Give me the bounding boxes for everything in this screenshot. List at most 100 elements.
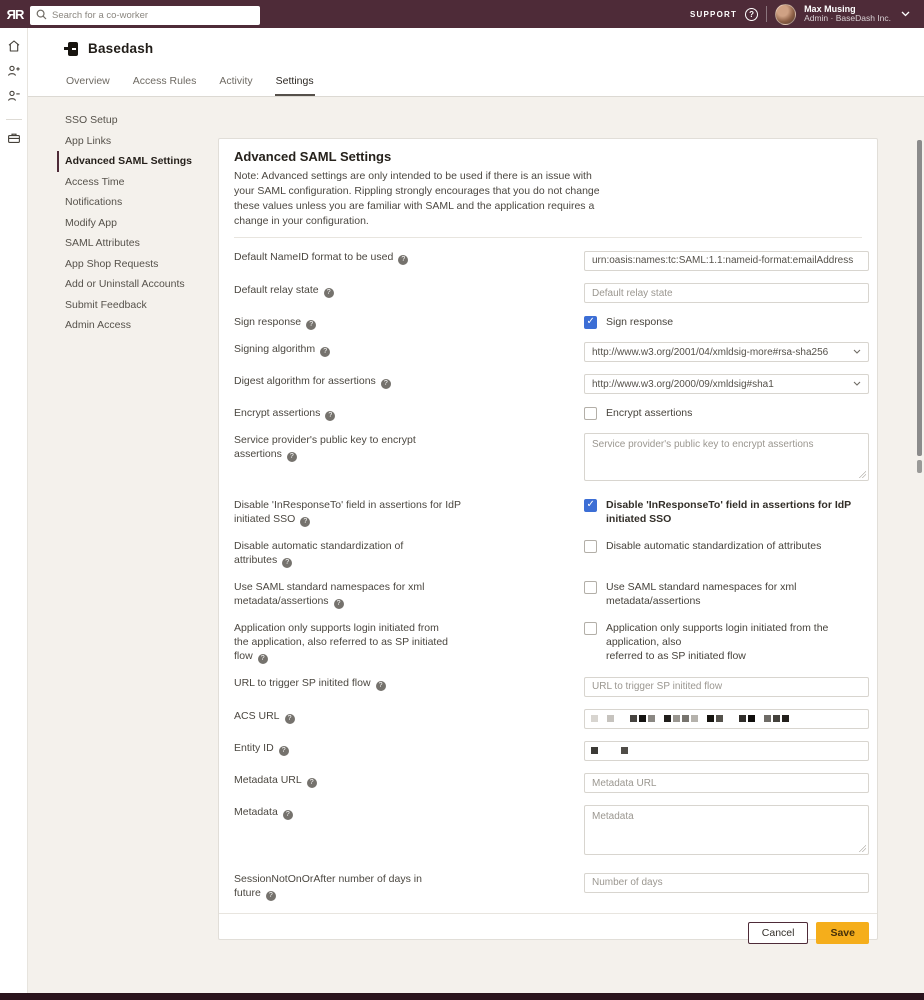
form-row-disable-inresponseto: Disable 'InResponseTo' field in assertio…: [234, 498, 869, 527]
tab-bar: Overview Access Rules Activity Settings: [65, 75, 315, 96]
signing-algorithm-select[interactable]: http://www.w3.org/2001/04/xmldsig-more#r…: [584, 342, 869, 362]
select-value: http://www.w3.org/2000/09/xmldsig#sha1: [592, 379, 774, 390]
form-row-metadata-url: Metadata URL?: [234, 773, 869, 794]
briefcase-icon[interactable]: [7, 131, 21, 145]
topbar-divider: [766, 6, 767, 22]
sidebar-item-saml-attributes[interactable]: SAML Attributes: [57, 233, 232, 254]
app-header: Basedash Overview Access Rules Activity …: [28, 28, 924, 97]
info-icon[interactable]: ?: [307, 778, 317, 788]
field-label: Disable automatic standardization of att…: [234, 540, 403, 566]
form-row-default-nameid: Default NameID format to be used?: [234, 250, 869, 271]
disable-inresponseto-checkbox[interactable]: [584, 499, 597, 512]
search-input[interactable]: [30, 6, 260, 25]
sp-public-key-textarea[interactable]: [584, 433, 869, 481]
info-icon[interactable]: ?: [334, 599, 344, 609]
default-nameid-input[interactable]: [584, 251, 869, 271]
entity-id-input-redacted[interactable]: [584, 741, 869, 761]
card-footer: Cancel Save: [219, 913, 877, 956]
sidebar-item-admin-access[interactable]: Admin Access: [57, 315, 232, 336]
info-icon[interactable]: ?: [325, 411, 335, 421]
sidebar-item-app-links[interactable]: App Links: [57, 131, 232, 152]
form-row-digest-algorithm: Digest algorithm for assertions? http://…: [234, 374, 869, 394]
home-icon[interactable]: [7, 39, 21, 53]
help-icon[interactable]: ?: [745, 8, 758, 21]
form-row-metadata: Metadata?: [234, 805, 869, 860]
field-label: Metadata: [234, 806, 278, 818]
field-label: SessionNotOnOrAfter number of days in fu…: [234, 873, 422, 899]
form-row-default-relay-state: Default relay state?: [234, 283, 869, 304]
field-label: Use SAML standard namespaces for xml met…: [234, 581, 424, 607]
sidebar-item-advanced-saml-settings[interactable]: Advanced SAML Settings: [57, 151, 232, 172]
field-label: Sign response: [234, 316, 301, 328]
sign-response-checkbox[interactable]: [584, 316, 597, 329]
encrypt-assertions-checkbox[interactable]: [584, 407, 597, 420]
support-link[interactable]: SUPPORT: [690, 10, 737, 19]
sidebar-item-app-shop-requests[interactable]: App Shop Requests: [57, 254, 232, 275]
form-row-sp-initiated-only: Application only supports login initiate…: [234, 621, 869, 664]
field-label: Default relay state: [234, 284, 319, 296]
sidebar-item-modify-app[interactable]: Modify App: [57, 213, 232, 234]
chevron-down-icon: [853, 381, 861, 387]
session-days-input[interactable]: [584, 873, 869, 893]
scrollbar-thumb[interactable]: [917, 140, 922, 456]
tab-activity[interactable]: Activity: [218, 75, 253, 96]
info-icon[interactable]: ?: [398, 255, 408, 265]
digest-algorithm-select[interactable]: http://www.w3.org/2000/09/xmldsig#sha1: [584, 374, 869, 394]
info-icon[interactable]: ?: [282, 558, 292, 568]
field-label: Disable 'InResponseTo' field in assertio…: [234, 499, 461, 525]
scrollbar-thumb-small[interactable]: [917, 460, 922, 473]
info-icon[interactable]: ?: [324, 288, 334, 298]
sidebar-item-submit-feedback[interactable]: Submit Feedback: [57, 295, 232, 316]
form-row-entity-id: Entity ID?: [234, 741, 869, 761]
rippling-logo-icon[interactable]: ЯR: [0, 7, 30, 22]
acs-url-input-redacted[interactable]: [584, 709, 869, 729]
checkbox-label: Sign response: [606, 315, 673, 329]
card-title: Advanced SAML Settings: [234, 149, 862, 164]
add-person-icon[interactable]: [7, 64, 21, 78]
info-icon[interactable]: ?: [287, 452, 297, 462]
metadata-url-input[interactable]: [584, 773, 869, 793]
default-relay-state-input[interactable]: [584, 283, 869, 303]
metadata-textarea[interactable]: [584, 805, 869, 855]
info-icon[interactable]: ?: [266, 891, 276, 901]
sidebar-item-access-time[interactable]: Access Time: [57, 172, 232, 193]
field-label: ACS URL: [234, 710, 280, 722]
saml-namespaces-checkbox[interactable]: [584, 581, 597, 594]
sp-initiated-only-checkbox[interactable]: [584, 622, 597, 635]
sidebar-item-add-or-uninstall-accounts[interactable]: Add or Uninstall Accounts: [57, 274, 232, 295]
divider: [234, 237, 862, 238]
field-label: Entity ID: [234, 742, 274, 754]
info-icon[interactable]: ?: [376, 681, 386, 691]
info-icon[interactable]: ?: [320, 347, 330, 357]
cancel-button[interactable]: Cancel: [748, 922, 809, 944]
tab-overview[interactable]: Overview: [65, 75, 111, 96]
info-icon[interactable]: ?: [283, 810, 293, 820]
info-icon[interactable]: ?: [285, 714, 295, 724]
avatar[interactable]: [775, 4, 796, 25]
info-icon[interactable]: ?: [306, 320, 316, 330]
chevron-down-icon[interactable]: [901, 11, 910, 17]
checkbox-label: Application only supports login initiate…: [606, 621, 869, 663]
bottom-bar: [0, 993, 924, 1000]
tab-settings[interactable]: Settings: [275, 75, 315, 96]
sidebar-item-sso-setup[interactable]: SSO Setup: [57, 110, 232, 131]
search-icon: [36, 9, 47, 20]
info-icon[interactable]: ?: [279, 746, 289, 756]
field-label: Encrypt assertions: [234, 407, 320, 419]
user-info[interactable]: Max Musing Admin · BaseDash Inc.: [804, 4, 891, 24]
save-button[interactable]: Save: [816, 922, 869, 944]
sidebar-item-notifications[interactable]: Notifications: [57, 192, 232, 213]
settings-sidenav: SSO Setup App Links Advanced SAML Settin…: [57, 110, 232, 336]
info-icon[interactable]: ?: [300, 517, 310, 527]
icon-rail: [0, 28, 28, 993]
user-meta: Admin · BaseDash Inc.: [804, 14, 891, 24]
info-icon[interactable]: ?: [381, 379, 391, 389]
sp-flow-url-input[interactable]: [584, 677, 869, 697]
checkbox-label: Disable automatic standardization of att…: [606, 539, 821, 553]
remove-person-icon[interactable]: [7, 89, 21, 103]
field-label: Metadata URL: [234, 774, 302, 786]
chevron-down-icon: [853, 349, 861, 355]
disable-standardization-checkbox[interactable]: [584, 540, 597, 553]
tab-access-rules[interactable]: Access Rules: [132, 75, 198, 96]
info-icon[interactable]: ?: [258, 654, 268, 664]
